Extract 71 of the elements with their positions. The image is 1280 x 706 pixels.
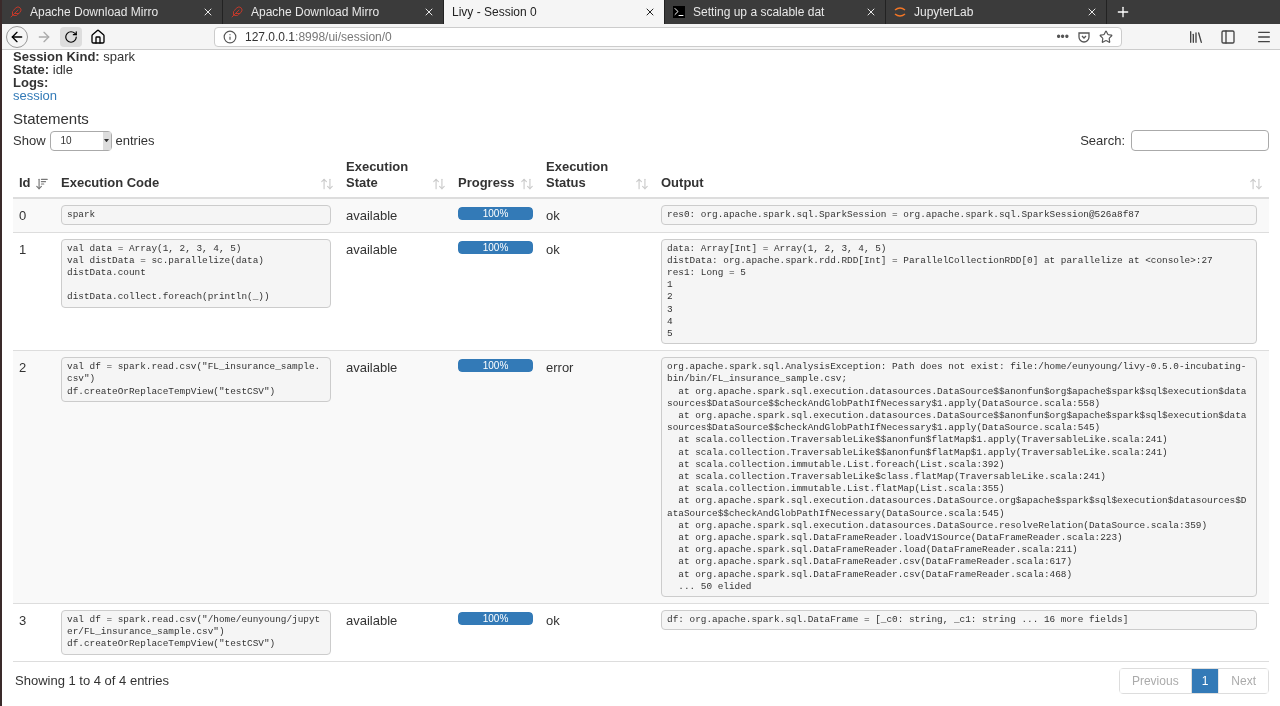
status-cell: error (546, 360, 574, 376)
column-header[interactable]: Progress (452, 175, 540, 197)
url-field[interactable]: 127.0.0.1:8998/ui/session/0 ••• (214, 26, 1122, 47)
session-info-line: State: idle (13, 63, 74, 76)
sort-descending-icon[interactable] (35, 177, 49, 191)
state-cell: available (346, 208, 398, 223)
library-icon[interactable] (1188, 28, 1204, 45)
close-icon[interactable] (644, 6, 656, 18)
dropdown-caret-icon (104, 138, 110, 143)
code-block: spark (61, 205, 331, 226)
status-cell: ok (546, 208, 560, 223)
page-size-select[interactable]: 10 (49, 130, 112, 151)
browser-tab[interactable]: Livy - Session 0 (444, 0, 665, 24)
output-block: data: Array[Int] = Array(1, 2, 3, 4, 5) distData: org.apache.spark.rdd.RDD[Int] = ParallelCollectionRDD[0] at parallelize at <console>:27 res1: Long = 5 1 2 3 4 5 (661, 238, 1257, 345)
terminal-icon (673, 6, 685, 18)
page-actions-button[interactable]: ••• (1056, 27, 1069, 46)
entries-label: entries (115, 131, 155, 150)
session-link[interactable]: session (13, 89, 58, 102)
output-block: org.apache.spark.sql.AnalysisException: Path does not exist: file:/home/eunyoung/livy-0.5.0-incubating-bin/bin/FL_insurance_sample.csv; at org.apache.spark.sql.execution.datasources.DataSource$$anonfun$org$apache$spark$sql$execution$datasources$DataSource$$checkAndGlobPathIfNecessary$1.apply(DataSource.scala:558) at org.apache.spark.sql.execution.datasources.DataSource$$anonfun$org$apache$spark$sql$execution$datasources$DataSource$$checkAndGlobPathIfNecessary$1.apply(DataSource.scala:545) at scala.collection.TraversableLike$$anonfun$flatMap$1.apply(TraversableLike.scala:241) at scala.collection.TraversableLike$$anonfun$flatMap$1.apply(TraversableLike.scala:241) at scala.collection.immutable.List.foreach(List.scala:392) at scala.collection.TraversableLike$class.flatMap(TraversableLike.scala:241) at scala.collection.immutable.List.flatMap(List.scala:355) at org.apache.spark.sql.execution.datasources.DataSource.org$apache$spark$sql$execution$datasources$DataSource$$checkAndGlobPathIfNecessary(DataSource.scala:545) at org.apache.spark.sql.execution.datasources.DataSource.resolveRelation(DataSource.scala:359) at org.apache.spark.sql.DataFrameReader.loadV1Source(DataFrameReader.scala:223) at org.apache.spark.sql.DataFrameReader.load(DataFrameReader.scala:211) at org.apache.spark.sql.DataFrameReader.csv(DataFrameReader.scala:617) at org.apache.spark.sql.DataFrameReader.csv(DataFrameReader.scala:468) ... 50 elided (661, 357, 1257, 597)
column-header[interactable]: Output (655, 175, 1269, 197)
info-icon[interactable] (223, 29, 237, 44)
search-field[interactable] (1131, 130, 1269, 151)
output-block: df: org.apache.spark.sql.DataFrame = [_c0: string, _c1: string ... 16 more fields] (661, 610, 1257, 631)
code-block: val df = spark.read.csv("FL_insurance_sample.csv") df.createOrReplaceTempView("testCSV") (61, 357, 331, 402)
section-title: Statements (13, 110, 90, 128)
status-cell: ok (546, 241, 560, 257)
page-number[interactable]: 1 (1190, 668, 1219, 693)
tab-title: Apache Download Mirro (251, 4, 381, 21)
reload-icon (64, 29, 78, 44)
column-header[interactable]: Id (13, 175, 55, 197)
url-text: 127.0.0.1:8998/ui/session/0 (245, 28, 393, 46)
close-icon[interactable] (202, 6, 214, 18)
progress-bar: 100% (458, 240, 533, 254)
sidebar-icon[interactable] (1220, 28, 1236, 45)
id-cell: 3 (19, 613, 27, 628)
column-header[interactable]: Execution State (340, 159, 452, 197)
close-icon[interactable] (423, 6, 435, 18)
id-cell: 2 (19, 360, 27, 376)
bookmark-star-icon[interactable] (1099, 29, 1113, 44)
home-icon[interactable] (90, 28, 106, 45)
code-block: val data = Array(1, 2, 3, 4, 5) val distData = sc.parallelize(data) distData.count distData.collect.foreach(println(_)) (61, 238, 331, 308)
progress-bar: 100% (458, 612, 533, 625)
orbit-icon (894, 6, 906, 18)
feather-icon (10, 6, 22, 18)
table-info: Showing 1 to 4 of 4 entries (14, 671, 169, 690)
search-label: Search: (1080, 131, 1125, 150)
close-icon[interactable] (1086, 6, 1098, 18)
column-header[interactable]: Execution Status (540, 159, 655, 197)
code-block: val df = spark.read.csv("/home/eunyoung/jupyter/FL_insurance_sample.csv") df.createOrReplaceTempView("testCSV") (61, 610, 331, 655)
id-cell: 1 (19, 241, 27, 257)
reload-button[interactable] (60, 26, 82, 47)
tab-title: Apache Download Mirro (30, 4, 160, 21)
column-header[interactable]: Execution Code (55, 175, 340, 197)
status-cell: ok (546, 613, 560, 628)
session-info-line: Session Kind: spark (13, 50, 137, 63)
tab-title: JupyterLab (914, 4, 975, 21)
tab-title: Livy - Session 0 (452, 4, 538, 21)
state-cell: available (346, 613, 398, 628)
new-tab-icon[interactable] (1115, 4, 1131, 20)
id-cell: 0 (19, 208, 27, 223)
tab-title: Setting up a scalable dat (693, 4, 826, 21)
output-block: res0: org.apache.spark.sql.SparkSession = org.apache.spark.sql.SparkSession@526a8f87 (661, 205, 1257, 226)
state-cell: available (346, 360, 398, 376)
progress-bar: 100% (458, 359, 533, 373)
feather-icon (231, 6, 243, 18)
session-info-line: Logs: (13, 76, 49, 89)
pocket-icon[interactable] (1077, 29, 1091, 44)
close-icon[interactable] (865, 6, 877, 18)
progress-bar: 100% (458, 207, 533, 220)
show-label: Show (13, 131, 46, 150)
state-cell: available (346, 241, 398, 257)
